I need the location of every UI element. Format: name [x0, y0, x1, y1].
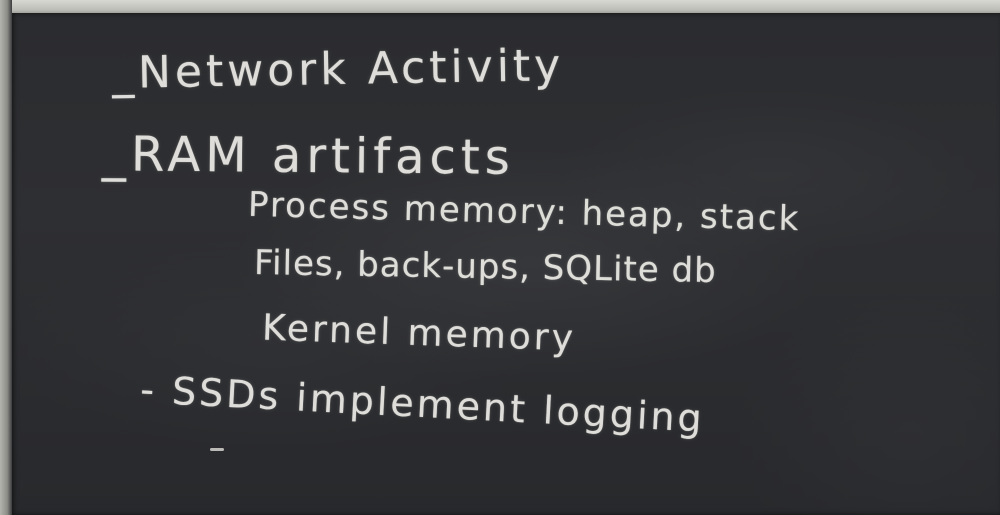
chalk-line-network-activity: _Network Activity — [111, 40, 565, 99]
chalk-writing: _Network Activity _RAM artifacts Process… — [0, 0, 1000, 515]
chalk-line-kernel-memory: Kernel memory — [261, 307, 577, 360]
chalk-line-process-memory: Process memory: heap, stack — [247, 184, 801, 240]
chalk-line-files: Files, back-ups, SQLite db — [253, 242, 718, 292]
chalk-line-ram-artifacts: _RAM artifacts — [101, 126, 515, 186]
chalk-dash-mark — [210, 448, 224, 451]
chalk-line-ssds-logging: - SSDs implement logging — [139, 367, 706, 441]
chalkboard-photo: _Network Activity _RAM artifacts Process… — [0, 0, 1000, 515]
